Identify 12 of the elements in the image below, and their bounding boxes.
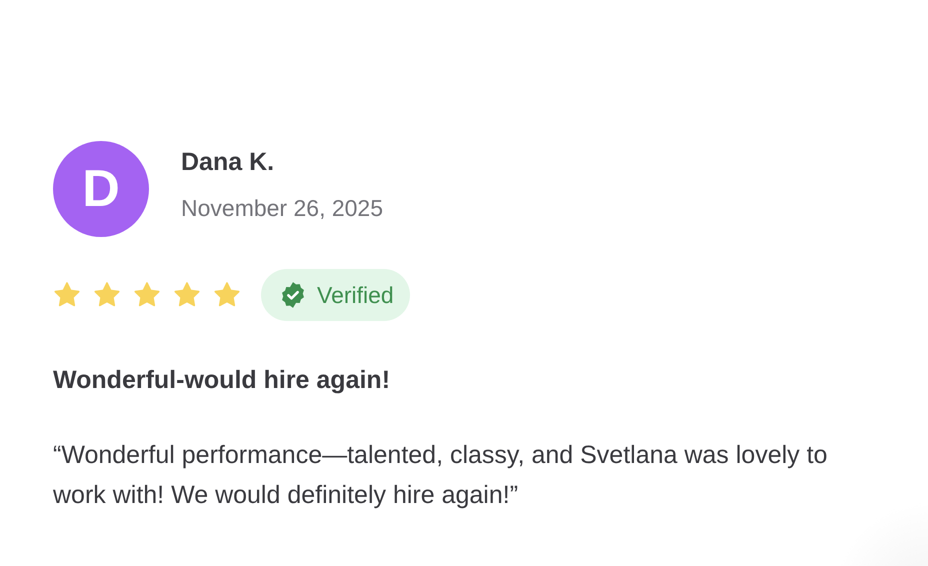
review-text: “Wonderful performance—talented, classy, and Svetlana was lovely to work with! We would definitely hire again!” (53, 440, 828, 511)
review-title: Wonderful-would hire again! (53, 365, 392, 396)
review-date: November 26, 2025 (181, 194, 384, 223)
reviewer-name: Dana K. (181, 147, 276, 178)
verified-badge: Verified (261, 269, 410, 321)
star-icon (213, 281, 241, 309)
check-badge-icon (279, 281, 307, 309)
star-icon (53, 281, 81, 309)
star-icon (173, 281, 201, 309)
star-icon (93, 281, 121, 309)
avatar: D (53, 141, 149, 237)
star-icon (133, 281, 161, 309)
